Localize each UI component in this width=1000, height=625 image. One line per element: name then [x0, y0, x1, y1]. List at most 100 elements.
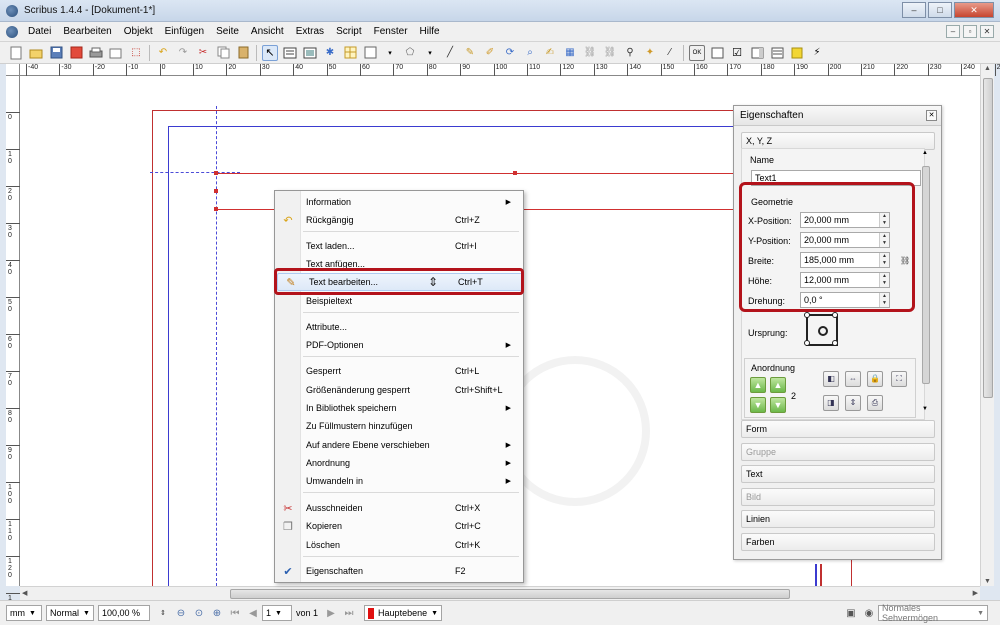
unlink-frames-icon[interactable]: ⛓ — [602, 45, 618, 61]
menu-item-add-to-patterns[interactable]: Zu Füllmustern hinzufügen — [275, 417, 523, 435]
menu-fenster[interactable]: Fenster — [368, 22, 414, 42]
pdf-checkbox-icon[interactable]: ☑ — [729, 45, 745, 61]
menu-bearbeiten[interactable]: Bearbeiten — [57, 22, 117, 42]
origin-center-point[interactable] — [818, 326, 828, 336]
menu-einfuegen[interactable]: Einfügen — [159, 22, 210, 42]
resize-handle[interactable] — [214, 189, 218, 193]
lower-to-bottom-icon[interactable]: ▼ — [750, 397, 766, 413]
table-icon[interactable] — [342, 45, 358, 61]
link-frames-icon[interactable]: ⛓ — [582, 45, 598, 61]
menu-item-save-to-library[interactable]: In Bibliothek speichern ▶ — [275, 399, 523, 417]
menu-hilfe[interactable]: Hilfe — [414, 22, 446, 42]
shape-icon[interactable] — [362, 45, 378, 61]
flip-horizontal-icon[interactable]: ◧ — [823, 371, 839, 387]
panel-scroll-thumb[interactable] — [922, 166, 930, 384]
layer-select[interactable]: Hauptebene ▼ — [364, 605, 443, 621]
paste-icon[interactable] — [235, 45, 251, 61]
cut-icon[interactable]: ✂ — [195, 45, 211, 61]
unit-select[interactable]: mm ▼ — [6, 605, 42, 621]
zoom-stepper-icon[interactable]: ⇕ — [156, 606, 170, 620]
raise-to-top-icon[interactable]: ▲ — [750, 377, 766, 393]
scroll-down-arrow-icon[interactable]: ▼ — [984, 578, 991, 585]
preview-toggle-icon[interactable]: ▣ — [844, 606, 858, 620]
menu-item-copy[interactable]: ❐ Kopieren Ctrl+C — [275, 517, 523, 535]
menu-datei[interactable]: Datei — [22, 22, 57, 42]
polygon-dropdown-icon[interactable]: ▾ — [422, 45, 438, 61]
menu-item-load-text[interactable]: Text laden... Ctrl+I — [275, 237, 523, 255]
vertical-scroll-thumb[interactable] — [983, 78, 993, 398]
origin-point[interactable] — [804, 340, 810, 346]
shape-dropdown-icon[interactable]: ▾ — [382, 45, 398, 61]
size-lock-icon[interactable]: ⛶ — [891, 371, 907, 387]
page-select[interactable]: 1 ▼ — [262, 605, 292, 621]
rotate-icon[interactable]: ⟳ — [502, 45, 518, 61]
edit-content-icon[interactable]: ✍ — [542, 45, 558, 61]
image-frame-icon[interactable] — [302, 45, 318, 61]
vision-eye-icon[interactable]: ◉ — [862, 606, 876, 620]
print-toggle-icon[interactable]: ⎙ — [867, 395, 883, 411]
menu-extras[interactable]: Extras — [290, 22, 330, 42]
mirror-horizontal-icon[interactable]: ⇔ — [845, 371, 861, 387]
menu-item-convert-to[interactable]: Umwandeln in ▶ — [275, 472, 523, 490]
document-system-menu-icon[interactable] — [6, 25, 18, 38]
measure-icon[interactable]: ⚲ — [622, 45, 638, 61]
render-frame-icon[interactable]: ✱ — [322, 45, 338, 61]
scroll-right-arrow-icon[interactable]: ▶ — [973, 589, 978, 597]
doc-minimize-button[interactable]: – — [946, 25, 960, 38]
doc-restore-button[interactable]: ▫ — [963, 25, 977, 38]
menu-script[interactable]: Script — [330, 22, 368, 42]
no-print-icon[interactable]: ◨ — [823, 395, 839, 411]
pdf-combobox-icon[interactable] — [749, 45, 765, 61]
redo-icon[interactable]: ↷ — [175, 45, 191, 61]
save-icon[interactable] — [48, 45, 64, 61]
menu-item-move-to-layer[interactable]: Auf andere Ebene verschieben ▶ — [275, 436, 523, 454]
vision-select[interactable]: Normales Sehvermögen ▼ — [878, 603, 988, 623]
menu-item-pdf-options[interactable]: PDF-Optionen ▶ — [275, 336, 523, 354]
select-tool-icon[interactable]: ↖ — [262, 44, 278, 61]
freehand-icon[interactable]: ✐ — [482, 45, 498, 61]
eyedropper-icon[interactable]: ⁄ — [662, 45, 678, 61]
doc-close-button[interactable]: ✕ — [980, 25, 994, 38]
panel-scrollbar[interactable]: ▲ ▼ — [920, 150, 932, 418]
zoom-100-icon[interactable]: ⊙ — [192, 606, 206, 620]
section-lines[interactable]: Linien — [741, 510, 935, 528]
text-frame-icon[interactable] — [282, 45, 298, 61]
menu-item-undo[interactable]: ↶ Rückgängig Ctrl+Z — [275, 211, 523, 229]
copy-properties-icon[interactable]: ✦ — [642, 45, 658, 61]
polygon-icon[interactable]: ⬠ — [402, 45, 418, 61]
bezier-icon[interactable]: ✎ — [462, 45, 478, 61]
menu-item-cut[interactable]: ✂ Ausschneiden Ctrl+X — [275, 499, 523, 517]
menu-seite[interactable]: Seite — [210, 22, 245, 42]
scroll-left-arrow-icon[interactable]: ◀ — [22, 589, 27, 597]
menu-ansicht[interactable]: Ansicht — [245, 22, 290, 42]
raise-icon[interactable]: ▲ — [770, 377, 786, 393]
new-document-icon[interactable] — [8, 45, 24, 61]
vertical-scrollbar[interactable]: ▲ ▼ — [980, 64, 994, 586]
pdf-button-icon[interactable]: OK — [689, 44, 705, 61]
scroll-down-arrow-icon[interactable]: ▼ — [922, 406, 928, 412]
first-page-icon[interactable]: ⏮ — [228, 606, 242, 620]
origin-point[interactable] — [832, 340, 838, 346]
menu-item-properties[interactable]: ✔ Eigenschaften F2 — [275, 562, 523, 580]
resize-handle[interactable] — [513, 171, 517, 175]
menu-item-delete[interactable]: Löschen Ctrl+K — [275, 536, 523, 554]
horizontal-scrollbar[interactable]: ◀ ▶ — [20, 586, 980, 600]
maximize-button[interactable]: □ — [928, 2, 952, 18]
minimize-button[interactable]: – — [902, 2, 926, 18]
mirror-vertical-icon[interactable]: ⇕ — [845, 395, 861, 411]
open-folder-icon[interactable] — [28, 45, 44, 61]
menu-item-arrange[interactable]: Anordnung ▶ — [275, 454, 523, 472]
close-document-icon[interactable] — [68, 45, 84, 61]
close-button[interactable]: ✕ — [954, 2, 994, 18]
zoom-out-icon[interactable]: ⊖ — [174, 606, 188, 620]
section-form[interactable]: Form — [741, 420, 935, 438]
scroll-up-arrow-icon[interactable]: ▲ — [984, 65, 991, 72]
resize-handle[interactable] — [214, 207, 218, 211]
horizontal-scroll-thumb[interactable] — [230, 589, 790, 599]
view-mode-select[interactable]: Normal ▼ — [46, 605, 94, 621]
pdf-annotation-icon[interactable] — [789, 45, 805, 61]
undo-icon[interactable]: ↶ — [155, 45, 171, 61]
menu-item-information[interactable]: Information ▶ — [275, 193, 523, 211]
next-page-icon[interactable]: ▶ — [324, 606, 338, 620]
previous-page-icon[interactable]: ◀ — [246, 606, 260, 620]
